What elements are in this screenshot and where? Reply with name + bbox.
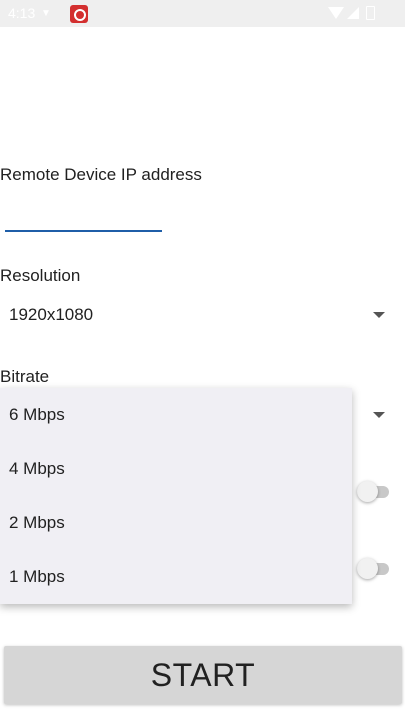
- ip-address-underline: [5, 230, 162, 232]
- resolution-dropdown-arrow-icon: [373, 312, 385, 318]
- bitrate-option-2-mbps[interactable]: 2 Mbps: [9, 496, 339, 550]
- toggle-switch-1[interactable]: [357, 481, 393, 502]
- wifi-icon: [328, 7, 344, 19]
- bitrate-dropdown-arrow-icon[interactable]: [373, 412, 385, 418]
- resolution-label: Resolution: [0, 266, 81, 285]
- status-icons: [328, 6, 375, 20]
- toggle-switch-2[interactable]: [357, 558, 393, 579]
- switch-thumb: [357, 558, 378, 579]
- bitrate-option-6-mbps[interactable]: 6 Mbps: [9, 388, 339, 442]
- download-icon: ▼: [41, 8, 51, 19]
- status-bar: 4:13 ▼: [0, 0, 405, 27]
- bitrate-label: Bitrate: [0, 367, 50, 386]
- resolution-spinner[interactable]: 1920x1080: [0, 295, 405, 335]
- start-button[interactable]: START: [4, 646, 402, 704]
- ip-address-input[interactable]: [5, 198, 162, 232]
- resolution-value: 1920x1080: [9, 305, 94, 324]
- battery-icon: [366, 6, 375, 20]
- switch-thumb: [357, 481, 378, 502]
- bitrate-dropdown-menu: 6 Mbps 4 Mbps 2 Mbps 1 Mbps: [0, 388, 352, 604]
- app-notification-icon: [70, 5, 88, 23]
- ip-address-label: Remote Device IP address: [0, 165, 202, 184]
- bitrate-option-1-mbps[interactable]: 1 Mbps: [9, 550, 339, 604]
- signal-icon: [347, 7, 359, 19]
- bitrate-option-4-mbps[interactable]: 4 Mbps: [9, 442, 339, 496]
- status-time: 4:13: [8, 5, 36, 21]
